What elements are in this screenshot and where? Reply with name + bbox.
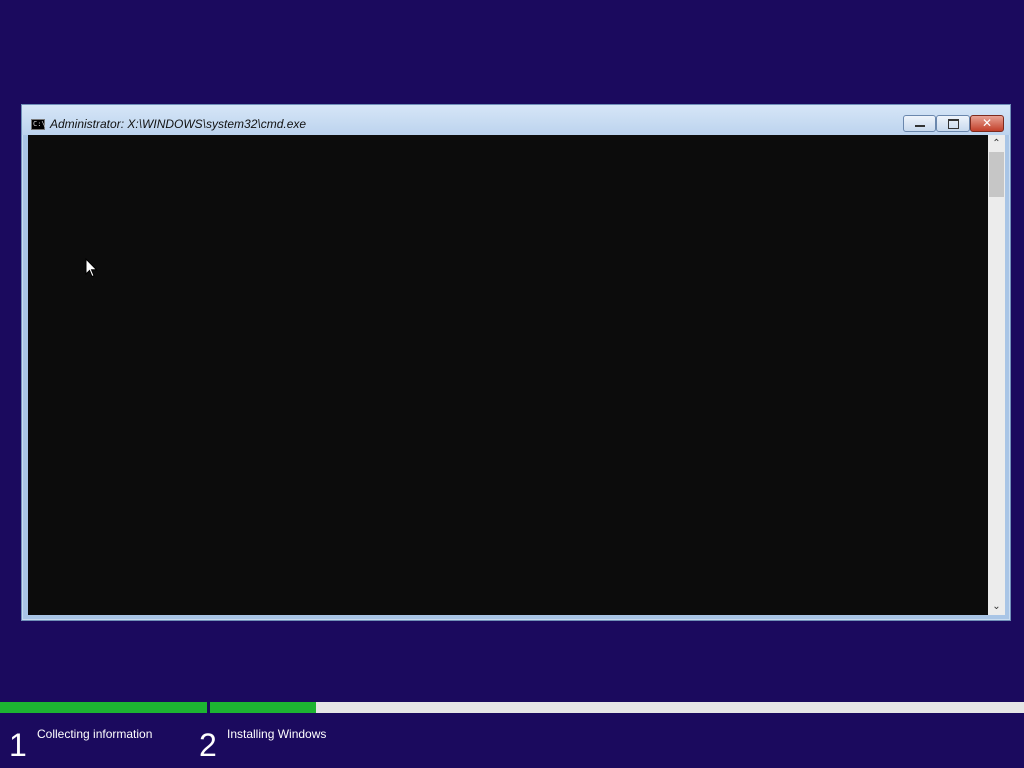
progress-fill-step-2 <box>210 702 316 713</box>
progress-bar-step-2 <box>210 702 1024 713</box>
cmd-icon: C:\ <box>31 119 46 130</box>
window-title: Administrator: X:\WINDOWS\system32\cmd.e… <box>50 117 307 131</box>
scroll-down-arrow-icon[interactable]: ⌄ <box>988 598 1005 615</box>
minimize-button[interactable] <box>903 115 936 132</box>
title-bar[interactable]: C:\ Administrator: X:\WINDOWS\system32\c… <box>22 105 1010 135</box>
cmd-window[interactable]: C:\ Administrator: X:\WINDOWS\system32\c… <box>21 104 1011 621</box>
progress-bar-step-1 <box>0 702 207 713</box>
step-number-2: 2 <box>199 727 217 763</box>
close-icon: ✕ <box>981 116 993 130</box>
console-area[interactable] <box>28 135 988 615</box>
maximize-icon <box>937 116 969 131</box>
cmd-icon-text: C:\ <box>33 120 46 128</box>
step-label-installing-windows: Installing Windows <box>227 727 327 741</box>
scroll-up-arrow-icon[interactable]: ⌃ <box>988 135 1005 152</box>
progress-fill-step-1 <box>0 702 207 713</box>
close-button[interactable]: ✕ <box>970 115 1004 132</box>
step-number-1: 1 <box>9 727 27 763</box>
mouse-cursor-icon <box>85 258 98 278</box>
scroll-thumb[interactable] <box>989 152 1004 197</box>
step-label-collecting-information: Collecting information <box>37 727 153 741</box>
vertical-scrollbar[interactable]: ⌃ ⌄ <box>988 135 1005 615</box>
maximize-button[interactable] <box>936 115 970 132</box>
minimize-icon <box>904 116 935 131</box>
